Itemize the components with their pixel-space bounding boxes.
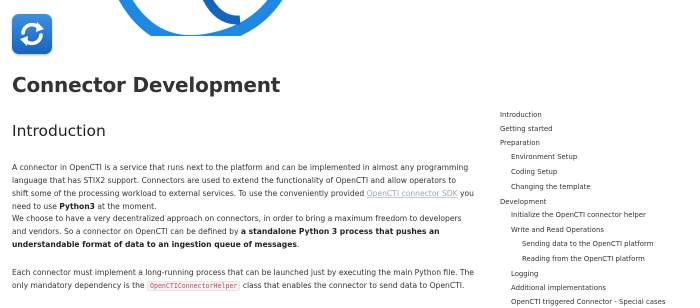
toc-link-preparation[interactable]: Preparation [500,139,540,147]
toc-link-reading-data[interactable]: Reading from the OpenCTI platform [522,255,645,263]
toc-link-additional-implementations[interactable]: Additional implementations [511,284,606,292]
toc-link-triggered-connector[interactable]: OpenCTI triggered Connector - Special ca… [511,298,665,306]
toc-link-initialize-helper[interactable]: Initialize the OpenCTI connector helper [511,211,646,219]
toc-link-logging[interactable]: Logging [511,270,538,278]
toc-link-development[interactable]: Development [500,198,546,206]
toc-link-introduction[interactable]: Introduction [500,111,542,119]
toc-link-environment-setup[interactable]: Environment Setup [511,153,577,161]
section-heading-introduction: Introduction [12,122,106,140]
toc-link-coding-setup[interactable]: Coding Setup [511,168,557,176]
paragraph-text: class that enables the connector to send… [240,281,465,290]
python3-emphasis: Python3 [59,202,95,211]
header-banner [0,0,700,36]
paragraph-text: . [296,240,300,249]
paragraph-text: at the moment. [94,202,157,211]
toc-link-changing-template[interactable]: Changing the template [511,183,591,191]
toc-link-getting-started[interactable]: Getting started [500,125,553,133]
page-title: Connector Development [12,73,281,97]
intro-paragraph: A connector in OpenCTI is a service that… [12,161,474,213]
toc-link-write-read-operations[interactable]: Write and Read Operations [511,226,604,234]
connector-helper-code: OpenCTIConnectorHelper [147,281,241,291]
dependency-paragraph: Each connector must implement a long-run… [12,266,474,293]
decentralized-paragraph: We choose to have a very decentralized a… [12,212,474,251]
connector-sdk-link[interactable]: OpenCTI connector SDK [367,189,458,198]
sync-arrows-icon[interactable] [12,14,52,54]
toc-link-sending-data[interactable]: Sending data to the OpenCTI platform [522,240,653,248]
